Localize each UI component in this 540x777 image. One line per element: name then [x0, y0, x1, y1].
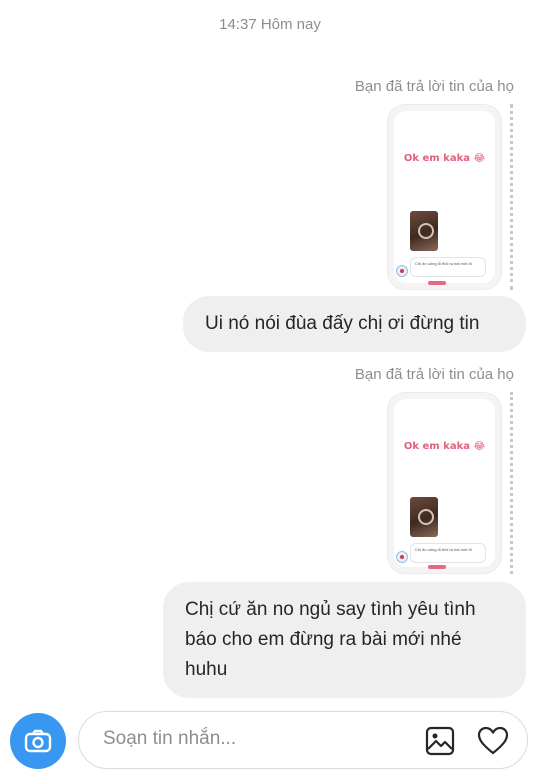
camera-button[interactable] — [10, 713, 66, 769]
reply-indicator-bar — [510, 392, 513, 574]
timestamp: 14:37 Hôm nay — [219, 16, 321, 33]
avatar — [396, 265, 408, 277]
message-composer[interactable]: Soạn tin nhắn... — [78, 711, 528, 769]
story-reply-thumbnail[interactable]: Ok em kaka 😂 Chị ăn uống đi thôi ra bài … — [387, 104, 502, 290]
avatar — [396, 551, 408, 563]
message-input[interactable]: Soạn tin nhắn... — [103, 728, 236, 750]
message-bubble[interactable]: Chị cứ ăn no ngủ say tình yêu tình báo c… — [163, 582, 526, 698]
story-reaction-bar — [428, 281, 446, 285]
reply-indicator-bar — [510, 104, 513, 290]
story-photo — [410, 497, 438, 537]
story-screenshot: Ok em kaka 😂 Chị ăn uống đi thôi ra bài … — [394, 399, 495, 569]
story-photo — [410, 211, 438, 251]
story-caption: Chị ăn uống đi thôi ra bài mới đi — [410, 543, 486, 563]
story-screenshot: Ok em kaka 😂 Chị ăn uống đi thôi ra bài … — [394, 111, 495, 285]
story-reply-thumbnail[interactable]: Ok em kaka 😂 Chị ăn uống đi thôi ra bài … — [387, 392, 502, 574]
heart-icon[interactable] — [477, 726, 509, 756]
story-title: Ok em kaka 😂 — [403, 153, 486, 164]
message-bubble[interactable]: Ui nó nói đùa đấy chị ơi đừng tin — [183, 296, 526, 352]
story-caption: Chị ăn uống đi thôi ra bài mới đi — [410, 257, 486, 277]
reply-label: Bạn đã trả lời tin của họ — [354, 366, 514, 383]
gallery-icon[interactable] — [425, 726, 455, 756]
camera-icon — [24, 729, 52, 753]
story-reaction-bar — [428, 565, 446, 569]
reply-label: Bạn đã trả lời tin của họ — [354, 78, 514, 95]
story-title: Ok em kaka 😂 — [403, 441, 486, 452]
